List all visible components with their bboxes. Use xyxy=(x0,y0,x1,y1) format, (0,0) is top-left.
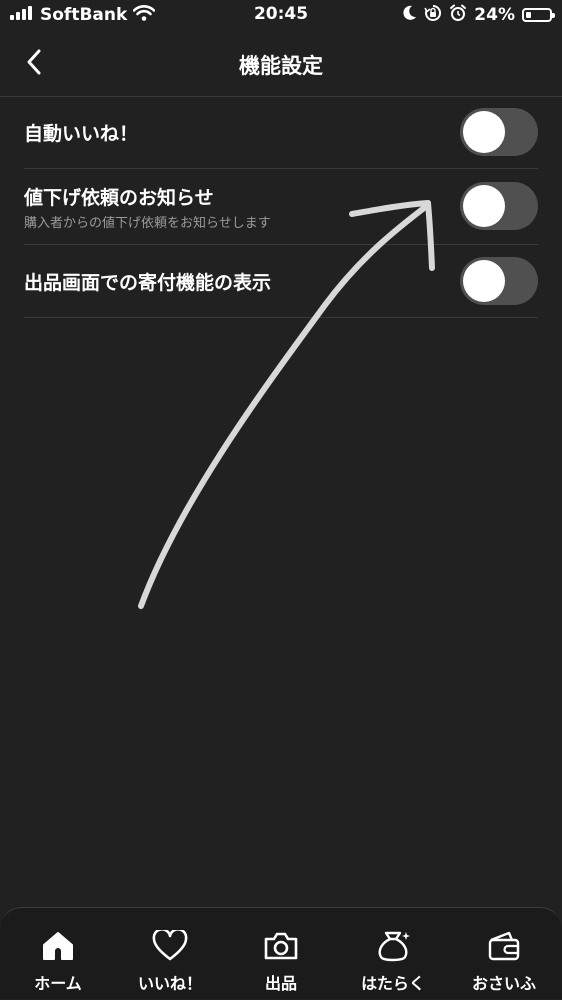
tab-work[interactable]: はたらく xyxy=(337,908,449,1000)
wallet-icon xyxy=(487,930,521,964)
money-bag-icon xyxy=(375,930,411,964)
auto-like-toggle[interactable] xyxy=(460,108,538,156)
setting-subtitle: 購入者からの値下げ依頼をお知らせします xyxy=(24,216,271,231)
tab-likes[interactable]: いいね！ xyxy=(114,908,226,1000)
tab-label: おさいふ xyxy=(471,974,536,993)
tab-home[interactable]: ホーム xyxy=(2,908,114,1000)
alarm-icon xyxy=(449,4,467,27)
setting-row-donation: 出品画面での寄付機能の表示 xyxy=(24,245,538,318)
toggle-knob xyxy=(463,185,505,227)
toggle-knob xyxy=(463,260,505,302)
price-request-toggle[interactable] xyxy=(460,182,538,230)
tab-wallet[interactable]: おさいふ xyxy=(448,908,560,1000)
battery-icon xyxy=(522,8,555,22)
tab-label: 出品 xyxy=(264,974,297,993)
setting-row-price-request: 値下げ依頼のお知らせ 購入者からの値下げ依頼をお知らせします xyxy=(24,169,538,245)
moon-icon xyxy=(403,5,417,26)
setting-label: 値下げ依頼のお知らせ xyxy=(24,187,214,209)
home-icon xyxy=(41,930,75,964)
tab-label: ホーム xyxy=(34,974,82,993)
battery-level xyxy=(526,12,531,18)
navigation-bar: 機能設定 xyxy=(0,32,562,97)
page-title: 機能設定 xyxy=(239,54,323,78)
status-bar: SoftBank 20:45 24% xyxy=(0,0,562,32)
heart-icon xyxy=(152,928,188,964)
orientation-lock-icon xyxy=(424,4,442,27)
donation-display-toggle[interactable] xyxy=(460,257,538,305)
tab-label: はたらく xyxy=(361,974,425,993)
camera-icon xyxy=(263,930,299,964)
setting-row-auto-like: 自動いいね！ xyxy=(24,97,538,169)
setting-label: 自動いいね！ xyxy=(24,123,139,145)
tab-sell[interactable]: 出品 xyxy=(225,908,337,1000)
setting-label: 出品画面での寄付機能の表示 xyxy=(24,272,272,294)
tab-label: いいね！ xyxy=(137,974,202,993)
toggle-knob xyxy=(463,111,505,153)
battery-percent: 24% xyxy=(474,5,515,25)
tab-bar: ホーム いいね！ 出品 はたらく おさいふ xyxy=(0,907,562,999)
